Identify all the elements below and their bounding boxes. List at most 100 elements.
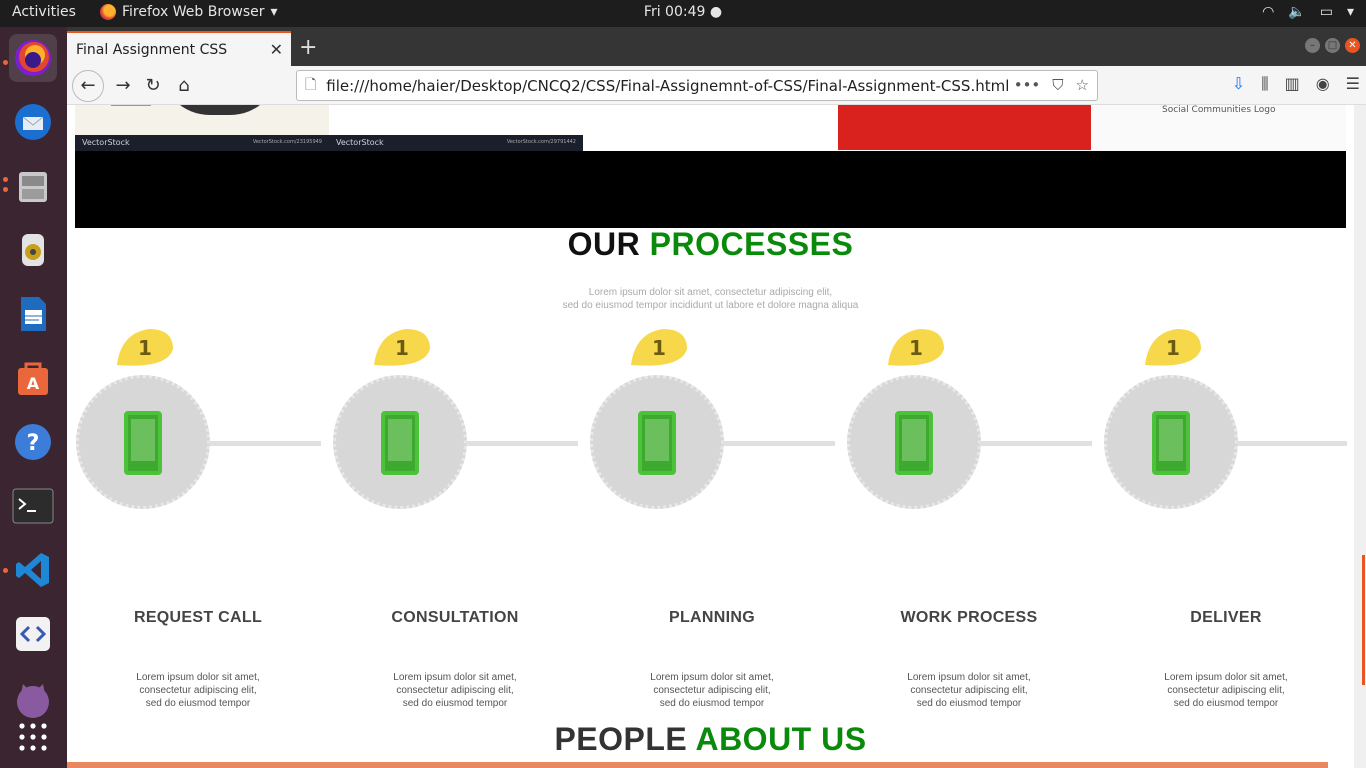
code-editor-icon: [16, 617, 50, 651]
close-window-button[interactable]: ✕: [1345, 38, 1360, 53]
file-cabinet-icon: [19, 172, 47, 202]
vectorstock-label: VectorStock: [82, 138, 130, 147]
clock[interactable]: Fri 00:49 ●: [0, 4, 1366, 20]
vectorstock-banner: VectorStock VectorStock.com/29791442: [329, 135, 583, 151]
chevron-down-icon: ▾: [1346, 4, 1354, 20]
desc-line: sed do eiusmod tempor: [1173, 698, 1279, 709]
vectorstock-id: VectorStock.com/29791442: [506, 139, 576, 145]
back-button[interactable]: ←: [72, 70, 104, 102]
connector-line: [1237, 441, 1347, 446]
subtitle-line: Lorem ipsum dolor sit amet, consectetur …: [588, 287, 833, 298]
system-tray[interactable]: ◠ 🔈 ▭ ▾: [1262, 4, 1354, 20]
logo-shape: [160, 105, 280, 115]
home-button[interactable]: ⌂: [170, 72, 198, 100]
step-description: Lorem ipsum dolor sit amet, consectetur …: [846, 671, 1092, 710]
url-text[interactable]: file:///home/haier/Desktop/CNCQ2/CSS/Fin…: [326, 77, 1009, 95]
firefox-icon: [15, 40, 51, 76]
files-launcher[interactable]: [9, 162, 57, 210]
vectorstock-id: VectorStock.com/23195949: [252, 139, 322, 145]
terminal-icon: [12, 488, 54, 524]
step-label: REQUEST CALL: [133, 609, 263, 626]
bookmark-star-icon[interactable]: ☆: [1076, 76, 1089, 94]
wifi-icon: ◠: [1262, 4, 1275, 20]
vscode-launcher[interactable]: [9, 546, 57, 594]
step-label: PLANNING: [669, 609, 755, 626]
new-tab-button[interactable]: +: [299, 35, 317, 60]
reload-button[interactable]: ↻: [139, 72, 167, 100]
writer-launcher[interactable]: [9, 290, 57, 338]
url-bar[interactable]: 🗋 file:///home/haier/Desktop/CNCQ2/CSS/F…: [296, 70, 1098, 101]
smartphone-icon: [1152, 411, 1190, 475]
octocat-icon: [17, 684, 49, 718]
sidebar-icon[interactable]: ▥: [1285, 74, 1300, 94]
connector-line: [209, 441, 321, 446]
gallery-image-1: VectorStock VectorStock.com/23195949: [75, 105, 329, 151]
maximize-button[interactable]: □: [1325, 38, 1340, 53]
svg-text:1: 1: [395, 336, 409, 360]
editor-launcher[interactable]: [9, 610, 57, 658]
desc-line: sed do eiusmod tempor: [402, 698, 508, 709]
menu-icon[interactable]: ☰: [1346, 74, 1360, 94]
window-controls: – □ ✕: [1305, 38, 1360, 53]
vectorstock-label: VectorStock: [336, 138, 384, 147]
toolbar-right: ⇩ ⫼ ▥ ◉ ☰: [1232, 74, 1360, 94]
coin-icon: 1: [115, 325, 177, 371]
grid-icon: [19, 723, 47, 751]
battery-icon: ▭: [1319, 4, 1333, 20]
running-indicator: [3, 568, 8, 573]
forward-button[interactable]: →: [109, 72, 137, 100]
navigation-toolbar: ← → ↻ ⌂ 🗋 file:///home/haier/Desktop/CNC…: [67, 66, 1366, 105]
image-caption: Social Communities Logo: [1162, 105, 1276, 115]
thunderbird-icon: [15, 104, 51, 140]
document-icon: [21, 297, 46, 331]
tab-title: Final Assignment CSS: [76, 41, 228, 58]
help-launcher[interactable]: ?: [9, 418, 57, 466]
pocket-icon[interactable]: ⛉: [1052, 76, 1063, 94]
tab-strip: Final Assignment CSS ✕ + – □ ✕: [67, 27, 1366, 66]
scrollbar-thumb[interactable]: [1362, 555, 1365, 685]
svg-text:?: ?: [27, 431, 40, 456]
page-scrollbar[interactable]: [1354, 105, 1366, 768]
connector-line: [466, 441, 578, 446]
download-icon[interactable]: ⇩: [1232, 74, 1245, 94]
step-description: Lorem ipsum dolor sit amet, consectetur …: [332, 671, 578, 710]
desc-line: consectetur adipiscing elit,: [653, 685, 771, 696]
running-indicator: [3, 177, 8, 182]
software-launcher[interactable]: A: [9, 354, 57, 402]
gallery-image-4: [838, 105, 1091, 150]
dock: A ?: [0, 27, 67, 768]
desc-line: consectetur adipiscing elit,: [910, 685, 1028, 696]
black-band: [75, 151, 1346, 228]
desc-line: Lorem ipsum dolor sit amet,: [136, 672, 260, 683]
thunderbird-launcher[interactable]: [9, 98, 57, 146]
page-actions-button[interactable]: •••: [1014, 76, 1041, 94]
coin-icon: 1: [886, 325, 948, 371]
volume-icon: 🔈: [1288, 4, 1306, 20]
gallery-row: VectorStock VectorStock.com/23195949 Vec…: [75, 105, 1346, 151]
account-icon[interactable]: ◉: [1316, 74, 1330, 94]
minimize-button[interactable]: –: [1305, 38, 1320, 53]
page-icon: 🗋: [305, 76, 317, 93]
tab-final-assignment[interactable]: Final Assignment CSS ✕: [67, 31, 291, 66]
vscode-icon: [16, 553, 49, 587]
close-icon[interactable]: ✕: [270, 40, 283, 59]
connector-line: [723, 441, 835, 446]
show-applications-button[interactable]: [9, 713, 57, 761]
step-description: Lorem ipsum dolor sit amet, consectetur …: [1103, 671, 1349, 710]
processes-heading: OUR PROCESSES: [67, 226, 1354, 263]
firefox-launcher[interactable]: [9, 34, 57, 82]
vectorstock-banner: VectorStock VectorStock.com/23195949: [75, 135, 329, 151]
coin-icon: 1: [629, 325, 691, 371]
desc-line: sed do eiusmod tempor: [916, 698, 1022, 709]
svg-text:1: 1: [652, 336, 666, 360]
shopping-bag-icon: A: [18, 362, 48, 395]
library-icon[interactable]: ⫼: [1261, 74, 1268, 94]
smartphone-icon: [124, 411, 162, 475]
terminal-launcher[interactable]: [9, 482, 57, 530]
desc-line: consectetur adipiscing elit,: [139, 685, 257, 696]
smartphone-icon: [381, 411, 419, 475]
heading-part-green: ABOUT US: [695, 721, 867, 757]
coin-icon: 1: [372, 325, 434, 371]
heading-part-green: PROCESSES: [649, 226, 854, 262]
rhythmbox-launcher[interactable]: [9, 226, 57, 274]
